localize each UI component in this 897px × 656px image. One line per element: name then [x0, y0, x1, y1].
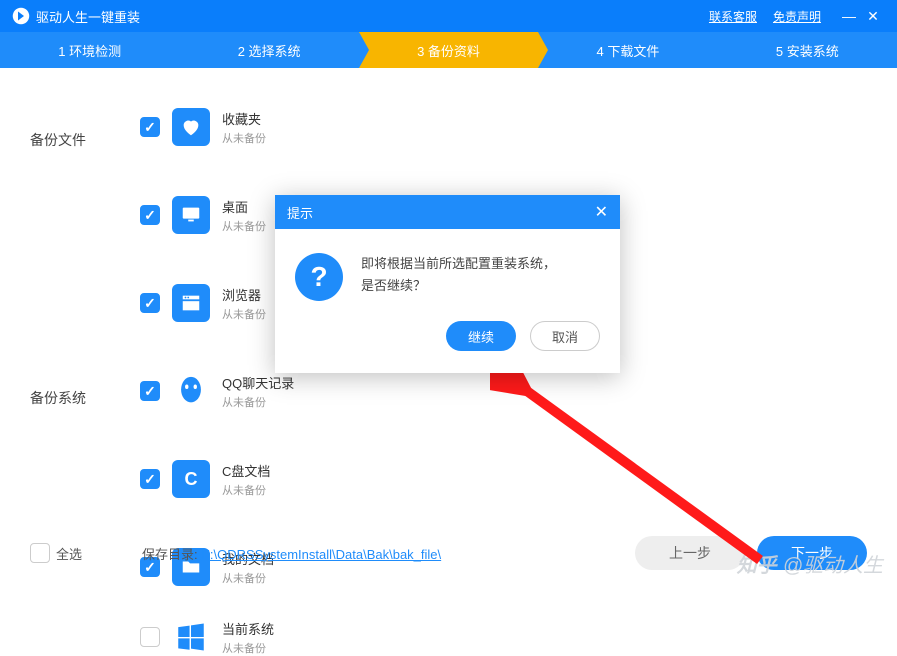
app-title: 驱动人生一键重装	[36, 7, 140, 26]
item-status: 从未备份	[222, 306, 266, 322]
checkbox-favorites[interactable]	[140, 117, 160, 137]
dialog-message: 即将根据当前所选配置重装系统， 是否继续？	[361, 253, 556, 301]
step-bar: 1 环境检测 2 选择系统 3 备份资料 4 下载文件 5 安装系统	[0, 32, 897, 68]
heart-icon	[172, 108, 210, 146]
backup-item-system: 当前系统从未备份	[140, 618, 867, 656]
save-directory: 保存目录: E:\QDRSSystemInstall\Data\Bak\bak_…	[142, 544, 441, 563]
item-name: 桌面	[222, 197, 266, 216]
next-button[interactable]: 下一步	[757, 536, 867, 570]
item-status: 从未备份	[222, 218, 266, 234]
item-status: 从未备份	[222, 570, 274, 586]
backup-item-cdrive: C C盘文档从未备份	[140, 460, 420, 498]
step-3[interactable]: 3 备份资料	[359, 32, 538, 68]
checkbox-cdrive[interactable]	[140, 469, 160, 489]
question-icon: ?	[295, 253, 343, 301]
cancel-button[interactable]: 取消	[530, 321, 600, 351]
checkbox-select-all[interactable]	[30, 543, 50, 563]
item-name: QQ聊天记录	[222, 373, 294, 392]
app-logo-icon	[12, 7, 30, 25]
confirm-dialog: 提示 ✕ ? 即将根据当前所选配置重装系统， 是否继续？ 继续 取消	[275, 195, 620, 373]
backup-item-qq: QQ聊天记录从未备份	[140, 372, 420, 410]
step-4[interactable]: 4 下载文件	[538, 32, 717, 68]
item-name: 当前系统	[222, 619, 274, 638]
checkbox-system[interactable]	[140, 627, 160, 647]
bottom-bar: 全选 保存目录: E:\QDRSSystemInstall\Data\Bak\b…	[30, 536, 867, 570]
backup-item-favorites: 收藏夹从未备份	[140, 108, 420, 146]
dialog-title: 提示	[287, 203, 313, 222]
item-status: 从未备份	[222, 640, 274, 656]
minimize-button[interactable]: —	[837, 8, 861, 24]
desktop-icon	[172, 196, 210, 234]
dialog-header: 提示 ✕	[275, 195, 620, 229]
item-status: 从未备份	[222, 130, 266, 146]
step-2[interactable]: 2 选择系统	[179, 32, 358, 68]
step-1[interactable]: 1 环境检测	[0, 32, 179, 68]
select-all[interactable]: 全选	[30, 543, 82, 563]
system-section-label: 备份系统	[30, 388, 86, 408]
qq-icon	[172, 372, 210, 410]
files-section-label: 备份文件	[30, 130, 86, 150]
checkbox-desktop[interactable]	[140, 205, 160, 225]
windows-icon	[172, 618, 210, 656]
dialog-close-icon[interactable]: ✕	[595, 202, 608, 222]
close-button[interactable]: ✕	[861, 8, 885, 25]
browser-icon	[172, 284, 210, 322]
cdrive-icon: C	[172, 460, 210, 498]
item-name: 浏览器	[222, 285, 266, 304]
save-path-link[interactable]: E:\QDRSSystemInstall\Data\Bak\bak_file\	[201, 547, 441, 562]
item-name: C盘文档	[222, 461, 270, 480]
select-all-label: 全选	[56, 544, 82, 563]
step-5[interactable]: 5 安装系统	[718, 32, 897, 68]
continue-button[interactable]: 继续	[446, 321, 516, 351]
checkbox-qq[interactable]	[140, 381, 160, 401]
checkbox-browser[interactable]	[140, 293, 160, 313]
item-status: 从未备份	[222, 394, 294, 410]
item-name: 收藏夹	[222, 109, 266, 128]
item-status: 从未备份	[222, 482, 270, 498]
titlebar: 驱动人生一键重装 联系客服 免责声明 — ✕	[0, 0, 897, 32]
disclaimer-link[interactable]: 免责声明	[773, 8, 821, 25]
prev-button[interactable]: 上一步	[635, 536, 745, 570]
support-link[interactable]: 联系客服	[709, 8, 757, 25]
